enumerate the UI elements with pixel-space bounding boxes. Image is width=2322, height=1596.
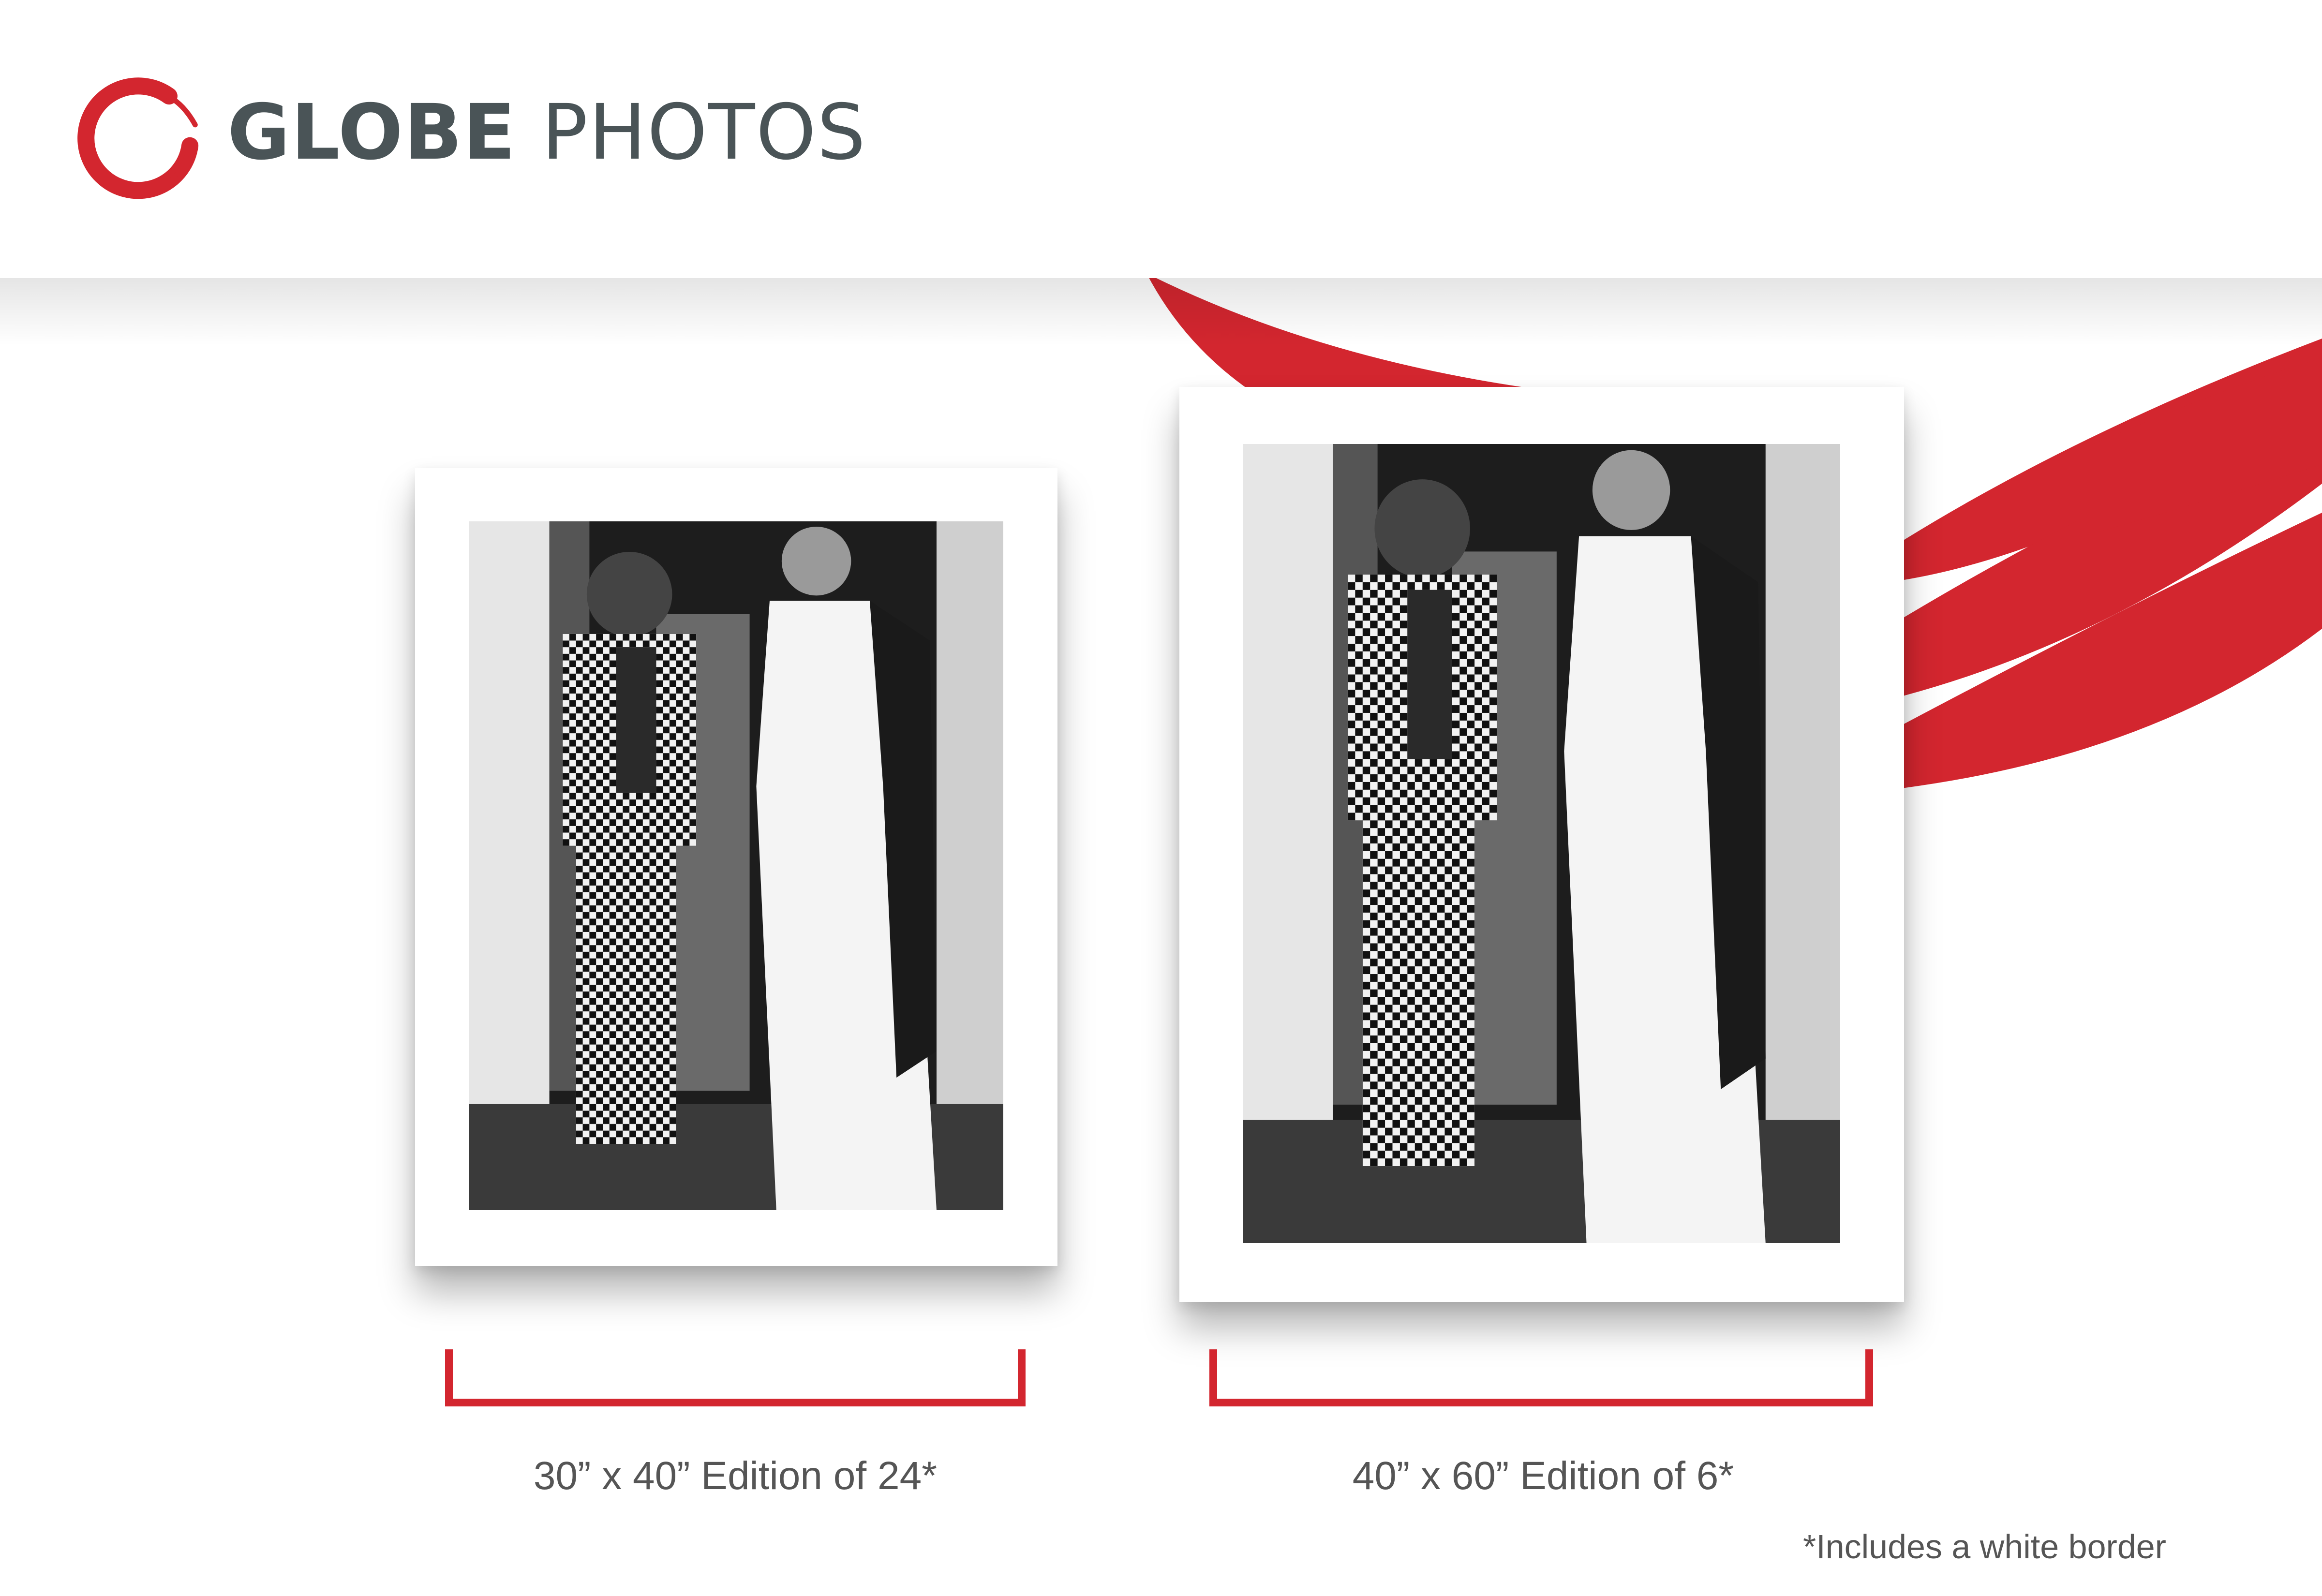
size-bracket-small	[445, 1349, 1026, 1406]
border-footnote: *Includes a white border	[1803, 1528, 2166, 1566]
print-large	[1179, 387, 1904, 1302]
caption-small-edition: 30” x 40” Edition of 24*	[533, 1454, 938, 1498]
photograph	[469, 521, 1003, 1210]
header-shadow	[0, 278, 2322, 346]
photograph	[1243, 444, 1840, 1243]
brand-name-bold: GLOBE	[227, 88, 517, 177]
brand-name-light: PHOTOS	[541, 88, 867, 177]
brush-circle-logo-icon	[77, 77, 199, 199]
brand-wordmark: GLOBE PHOTOS	[227, 94, 866, 171]
size-bracket-large	[1209, 1349, 1873, 1406]
caption-large-edition: 40” x 60” Edition of 6*	[1352, 1454, 1734, 1498]
header: GLOBE PHOTOS	[0, 0, 2322, 278]
print-small	[415, 468, 1057, 1266]
